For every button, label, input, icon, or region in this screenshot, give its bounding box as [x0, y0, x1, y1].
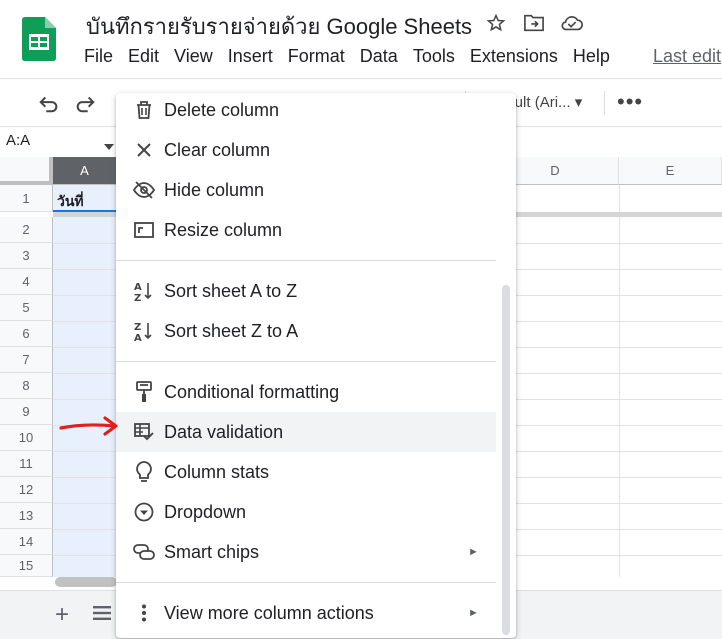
menu-extensions[interactable]: Extensions — [470, 46, 558, 67]
chips-icon — [132, 540, 156, 564]
menu-bar: File Edit View Insert Format Data Tools … — [84, 46, 625, 67]
select-all-corner[interactable] — [0, 157, 53, 185]
document-title[interactable]: บันทึกรายรับรายจ่ายด้วย Google Sheets — [86, 9, 472, 44]
menu-item-column-stats[interactable]: Column stats — [116, 452, 496, 492]
menu-view[interactable]: View — [174, 46, 213, 67]
column-header-a[interactable]: A — [53, 157, 117, 185]
row-header[interactable]: 13 — [0, 503, 53, 529]
row-header[interactable]: 4 — [0, 269, 53, 295]
row-header[interactable]: 12 — [0, 477, 53, 503]
menu-item-clear-column[interactable]: Clear column — [116, 130, 496, 170]
last-edit-link[interactable]: Last edit — [653, 46, 721, 67]
menu-data[interactable]: Data — [360, 46, 398, 67]
row-header[interactable]: 14 — [0, 529, 53, 555]
menu-item-sort-a-to-z[interactable]: AZ Sort sheet A to Z — [116, 271, 496, 311]
paint-roller-icon — [132, 380, 156, 404]
sort-az-icon: AZ — [132, 279, 156, 303]
column-context-menu: Delete column Clear column Hide column R… — [116, 93, 516, 638]
menu-help[interactable]: Help — [573, 46, 610, 67]
row-header[interactable]: 9 — [0, 399, 53, 425]
row-header[interactable]: 8 — [0, 373, 53, 399]
sort-za-icon: ZA — [132, 319, 156, 343]
annotation-arrow-icon — [58, 414, 122, 443]
star-icon[interactable] — [484, 11, 508, 35]
undo-icon[interactable] — [38, 93, 60, 118]
menu-item-delete-column[interactable]: Delete column — [116, 93, 496, 130]
menu-file[interactable]: File — [84, 46, 113, 67]
row-header[interactable]: 6 — [0, 321, 53, 347]
eye-off-icon — [132, 178, 156, 202]
google-sheets-logo-icon[interactable] — [22, 17, 56, 61]
cloud-status-icon[interactable] — [560, 11, 584, 35]
menu-item-data-validation[interactable]: Data validation — [116, 412, 496, 452]
menu-item-smart-chips[interactable]: Smart chips ► — [116, 532, 496, 572]
row-header[interactable]: 2 — [0, 217, 53, 243]
svg-text:Z: Z — [134, 293, 141, 302]
menu-item-resize-column[interactable]: Resize column — [116, 210, 496, 250]
row-header[interactable]: 10 — [0, 425, 53, 451]
row-header[interactable]: 11 — [0, 451, 53, 477]
move-to-folder-icon[interactable] — [522, 11, 546, 35]
redo-icon[interactable] — [74, 93, 96, 118]
more-vert-icon — [132, 601, 156, 625]
resize-icon — [132, 218, 156, 242]
name-box[interactable]: A:A — [6, 132, 30, 149]
add-sheet-icon[interactable]: + — [55, 601, 69, 629]
menu-item-dropdown[interactable]: Dropdown — [116, 492, 496, 532]
svg-text:A: A — [134, 333, 142, 342]
menu-format[interactable]: Format — [288, 46, 345, 67]
row-header[interactable]: 1 — [0, 185, 53, 212]
menu-item-conditional-formatting[interactable]: Conditional formatting — [116, 372, 496, 412]
data-validation-icon — [132, 420, 156, 444]
svg-text:Z: Z — [134, 322, 141, 333]
row-header[interactable]: 7 — [0, 347, 53, 373]
trash-icon — [132, 98, 156, 122]
cell-a1[interactable]: วันที่ — [57, 191, 84, 213]
row-header[interactable]: 5 — [0, 295, 53, 321]
chevron-down-icon[interactable] — [104, 137, 114, 155]
row-header[interactable]: 3 — [0, 243, 53, 269]
dropdown-circle-icon — [132, 500, 156, 524]
row-header[interactable]: 15 — [0, 555, 53, 577]
menu-scrollbar[interactable] — [502, 285, 510, 635]
horizontal-scrollbar[interactable] — [55, 577, 117, 587]
svg-text:A: A — [134, 282, 142, 293]
menu-item-hide-column[interactable]: Hide column — [116, 170, 496, 210]
menu-item-view-more-column-actions[interactable]: View more column actions ► — [116, 593, 496, 633]
lightbulb-icon — [132, 460, 156, 484]
submenu-arrow-icon: ► — [468, 607, 479, 619]
submenu-arrow-icon: ► — [468, 546, 479, 558]
more-options-icon[interactable]: ••• — [617, 89, 643, 115]
all-sheets-icon[interactable] — [93, 605, 111, 626]
column-header-e[interactable]: E — [619, 157, 722, 185]
menu-tools[interactable]: Tools — [413, 46, 455, 67]
menu-insert[interactable]: Insert — [228, 46, 273, 67]
menu-item-sort-z-to-a[interactable]: ZA Sort sheet Z to A — [116, 311, 496, 351]
menu-edit[interactable]: Edit — [128, 46, 159, 67]
close-icon — [132, 138, 156, 162]
